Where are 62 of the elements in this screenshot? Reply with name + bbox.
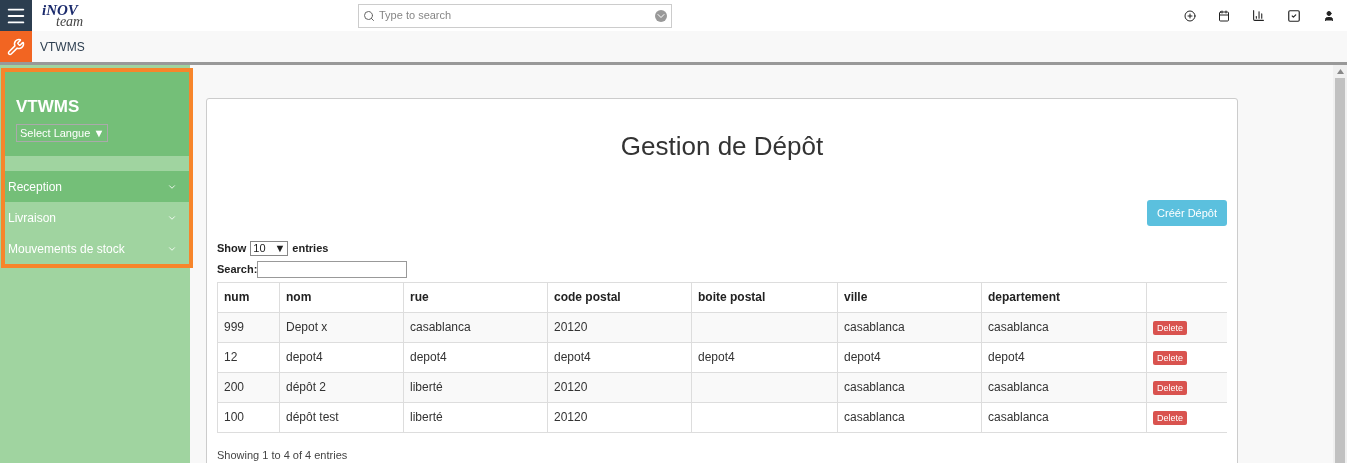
table-cell: depot4 (286, 350, 323, 364)
table-cell: depot4 (988, 350, 1025, 364)
table-search-field[interactable] (257, 260, 408, 278)
table-cell: depot4 (698, 350, 735, 364)
sidebar-title: VTWMS (16, 96, 81, 118)
table-cell: casablanca (844, 410, 905, 424)
delete-button[interactable]: Delete (1153, 321, 1187, 335)
table-cell: depot4 (554, 350, 591, 364)
search-box[interactable]: Type to search (358, 3, 672, 28)
table-cell: casablanca (988, 320, 1049, 334)
column-header: num (217, 282, 280, 312)
table-cell: Depot x (286, 320, 328, 334)
column-header: nom (279, 282, 404, 312)
table-cell: casablanca (844, 320, 905, 334)
breadcrumb: VTWMS (40, 38, 85, 56)
table-cell: casablanca (844, 380, 905, 394)
table-cell: 100 (224, 410, 245, 424)
table-cell: liberté (410, 410, 443, 424)
table-cell: casablanca (410, 320, 471, 334)
sidebar-item[interactable]: Reception (5, 171, 189, 202)
table-cell: depot4 (844, 350, 881, 364)
table-cell: 999 (224, 320, 245, 334)
table-cell: depot4 (410, 350, 447, 364)
table-cell: dépôt test (286, 410, 339, 424)
table-cell: dépôt 2 (286, 380, 327, 394)
page-title: Gestion de Dépôt (619, 130, 825, 163)
column-header: rue (403, 282, 548, 312)
show-label: Show (217, 241, 247, 256)
delete-button[interactable]: Delete (1153, 381, 1187, 395)
logo: iNOV team (42, 2, 85, 29)
add-icon[interactable] (1184, 9, 1196, 22)
table-cell: casablanca (988, 410, 1049, 424)
table-cell: 20120 (554, 410, 588, 424)
user-icon[interactable] (1323, 9, 1335, 22)
column-header: code postal (547, 282, 692, 312)
bar-chart-icon[interactable] (1252, 9, 1265, 22)
delete-button[interactable]: Delete (1153, 411, 1187, 425)
column-header: departement (981, 282, 1147, 312)
create-button[interactable]: Créér Dépôt (1147, 200, 1227, 226)
dropdown-icon (655, 9, 667, 22)
calendar-icon[interactable] (1218, 9, 1230, 22)
wrench-icon (7, 37, 25, 56)
scroll-up-icon[interactable] (1336, 69, 1344, 74)
table-footer: Showing 1 to 4 of 4 entries (217, 446, 1227, 463)
entries-label: entries (292, 241, 329, 256)
column-header: ville (837, 282, 982, 312)
language-select[interactable]: Select Langue ▼ (16, 123, 109, 142)
scrollbar[interactable] (1333, 65, 1347, 463)
search-field[interactable]: Type to search (379, 7, 651, 24)
menu-button[interactable] (0, 0, 32, 31)
page-size-select[interactable]: 10 ▼ (250, 240, 289, 256)
checkbox-icon[interactable] (1287, 8, 1301, 23)
search-label: Search: (217, 261, 258, 277)
table-cell: 12 (224, 350, 238, 364)
column-header: boite postal (691, 282, 838, 312)
table-cell: 20120 (554, 380, 588, 394)
table-cell: 20120 (554, 320, 588, 334)
table-cell: 200 (224, 380, 245, 394)
search-icon (363, 9, 375, 22)
table-cell: liberté (410, 380, 443, 394)
table-cell: casablanca (988, 380, 1049, 394)
delete-button[interactable]: Delete (1153, 351, 1187, 365)
